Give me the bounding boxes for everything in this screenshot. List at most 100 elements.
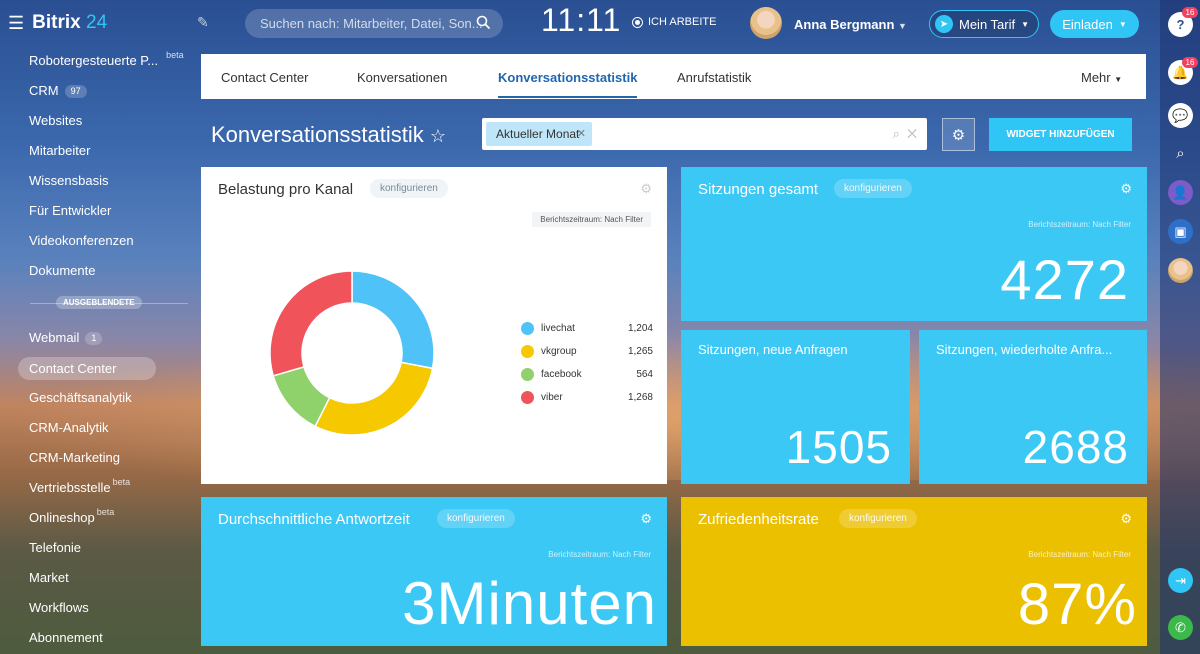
gear-icon[interactable]: ⚙ [1120, 181, 1132, 197]
sidebar-item-developers[interactable]: Für Entwickler [0, 196, 200, 226]
sidebar-item-subscription[interactable]: Abonnement [0, 623, 200, 653]
configure-button[interactable]: konfigurieren [370, 179, 448, 198]
configure-button[interactable]: konfigurieren [839, 509, 917, 528]
close-icon[interactable]: ✕ [577, 127, 586, 140]
work-status[interactable]: ICH ARBEITE [632, 16, 716, 28]
sidebar-item-knowledge[interactable]: Wissensbasis [0, 166, 200, 196]
search-input[interactable]: Suchen nach: Mitarbeiter, Datei, Son... [245, 9, 503, 38]
search-icon[interactable]: ⌕ [893, 126, 900, 141]
user-name: Anna Bergmann [794, 17, 895, 32]
hidden-separator[interactable]: AUSGEBLENDETE [0, 286, 200, 323]
contact-avatar[interactable] [1168, 258, 1193, 283]
tarif-button[interactable]: ➤ Mein Tarif ▼ [929, 10, 1039, 38]
invite-button[interactable]: Einladen ▼ [1050, 10, 1139, 38]
legend-item-facebook[interactable]: facebook 564 [521, 363, 653, 386]
sidebar-item-label: Telefonie [29, 540, 82, 555]
sidebar-item-label: Vertriebsstelle [29, 480, 111, 495]
sidebar-item-videoconf[interactable]: Videokonferenzen [0, 226, 200, 256]
legend-color-dot [521, 368, 534, 381]
sidebar-item-rpa[interactable]: Robotergesteuerte P... beta [0, 46, 200, 76]
legend-item-viber[interactable]: viber 1,268 [521, 386, 653, 409]
settings-button[interactable]: ⚙ [942, 118, 975, 151]
filter-chip[interactable]: Aktueller Monat ✕ [486, 122, 592, 146]
sidebar-item-documents[interactable]: Dokumente [0, 256, 200, 286]
close-icon[interactable]: ✕ [907, 126, 917, 141]
add-widget-button[interactable]: WIDGET HINZUFÜGEN [989, 118, 1132, 151]
sidebar-item-label: Market [29, 570, 69, 585]
sidebar-item-crm[interactable]: CRM 97 [0, 76, 200, 106]
sidebar-item-label: Wissensbasis [29, 173, 109, 188]
chevron-down-icon: ▼ [1118, 19, 1127, 29]
search-icon[interactable] [476, 15, 491, 30]
legend-value: 564 [636, 369, 653, 380]
sidebar-item-telephony[interactable]: Telefonie [0, 533, 200, 563]
filter-chip-label: Aktueller Monat [496, 127, 580, 141]
sidebar-item-label: CRM-Marketing [29, 450, 121, 465]
beta-tag: beta [166, 50, 184, 60]
metric-value: 4272 [1000, 248, 1129, 311]
sidebar-item-label: Mitarbeiter [29, 143, 91, 158]
donut-slice-viber[interactable] [269, 270, 353, 377]
logo-name: Bitrix [32, 12, 81, 33]
gear-icon[interactable]: ⚙ [640, 511, 652, 527]
sidebar-item-label: Geschäftsanalytik [29, 390, 132, 405]
legend-item-vkgroup[interactable]: vkgroup 1,265 [521, 340, 653, 363]
count-badge: 1 [85, 331, 103, 345]
sidebar-item-websites[interactable]: Websites [0, 106, 200, 136]
metric-value: 2688 [1022, 421, 1129, 473]
gear-icon: ⚙ [951, 126, 966, 144]
tarif-label: Mein Tarif [959, 16, 1016, 32]
group-chat-icon[interactable]: ▣ [1168, 219, 1193, 244]
configure-button[interactable]: konfigurieren [834, 179, 912, 198]
chat-icon[interactable]: 💬 [1168, 103, 1193, 128]
sidebar-item-market[interactable]: Market [0, 563, 200, 593]
period-label: Berichtszeitraum: Nach Filter [532, 212, 651, 227]
sidebar-item-label: Webmail [29, 330, 80, 345]
widget-title: Durchschnittliche Antwortzeit [218, 511, 410, 528]
avatar[interactable] [750, 7, 782, 39]
chevron-down-icon: ▼ [1114, 75, 1123, 84]
sidebar-item-sales-center[interactable]: Vertriebsstelle beta [0, 473, 200, 503]
exit-icon[interactable]: ⇥ [1168, 568, 1193, 593]
tab-contact-center[interactable]: Contact Center [221, 70, 308, 85]
star-icon[interactable]: ☆ [430, 126, 446, 146]
sidebar-item-contact-center[interactable]: Contact Center [18, 357, 156, 380]
user-menu[interactable]: Anna Bergmann ▼ [794, 17, 907, 32]
legend-label: livechat [541, 323, 575, 334]
filter-input[interactable]: Aktueller Monat ✕ ⌕ ✕ [482, 118, 927, 150]
tab-call-stats[interactable]: Anrufstatistik [677, 70, 751, 85]
donut-slice-livechat[interactable] [351, 270, 435, 370]
legend-label: viber [541, 392, 563, 403]
user-icon[interactable]: 👤 [1168, 180, 1193, 205]
tab-more[interactable]: Mehr ▼ [1081, 70, 1122, 85]
sidebar-item-webmail[interactable]: Webmail 1 [0, 323, 200, 353]
gear-icon[interactable]: ⚙ [640, 181, 652, 197]
beta-tag: beta [112, 477, 131, 487]
tab-conversation-stats[interactable]: Konversationsstatistik [498, 70, 638, 98]
sidebar-item-analytics[interactable]: Geschäftsanalytik [0, 383, 200, 413]
legend-color-dot [521, 345, 534, 358]
sidebar-item-label: CRM [29, 83, 59, 98]
clock: 11:11 [541, 2, 622, 38]
gear-icon[interactable]: ⚙ [1120, 511, 1132, 527]
sidebar-item-onlineshop[interactable]: Onlineshop beta [0, 503, 200, 533]
tab-conversations[interactable]: Konversationen [357, 70, 447, 85]
widget-title: Sitzungen gesamt [698, 181, 819, 198]
tab-more-label: Mehr [1081, 70, 1111, 85]
logo[interactable]: ☰ Bitrix 24 [8, 12, 107, 34]
sidebar-item-label: Videokonferenzen [29, 233, 134, 248]
period-label: Berichtszeitraum: Nach Filter [1028, 220, 1131, 229]
sidebar-item-workflows[interactable]: Workflows [0, 593, 200, 623]
sidebar-item-crm-marketing[interactable]: CRM-Marketing [0, 443, 200, 473]
widget-title: Belastung pro Kanal [218, 181, 354, 198]
donut-slice-vkgroup[interactable] [314, 361, 434, 436]
search-icon[interactable]: ⌕ [1168, 141, 1193, 166]
sidebar-item-crm-analytics[interactable]: CRM-Analytik [0, 413, 200, 443]
menu-icon[interactable]: ☰ [8, 13, 24, 34]
phone-icon[interactable]: ✆ [1168, 615, 1193, 640]
pencil-icon[interactable]: ✎ [197, 14, 209, 31]
configure-button[interactable]: konfigurieren [437, 509, 515, 528]
donut-chart [269, 270, 435, 436]
sidebar-item-employees[interactable]: Mitarbeiter [0, 136, 200, 166]
legend-item-livechat[interactable]: livechat 1,204 [521, 317, 653, 340]
